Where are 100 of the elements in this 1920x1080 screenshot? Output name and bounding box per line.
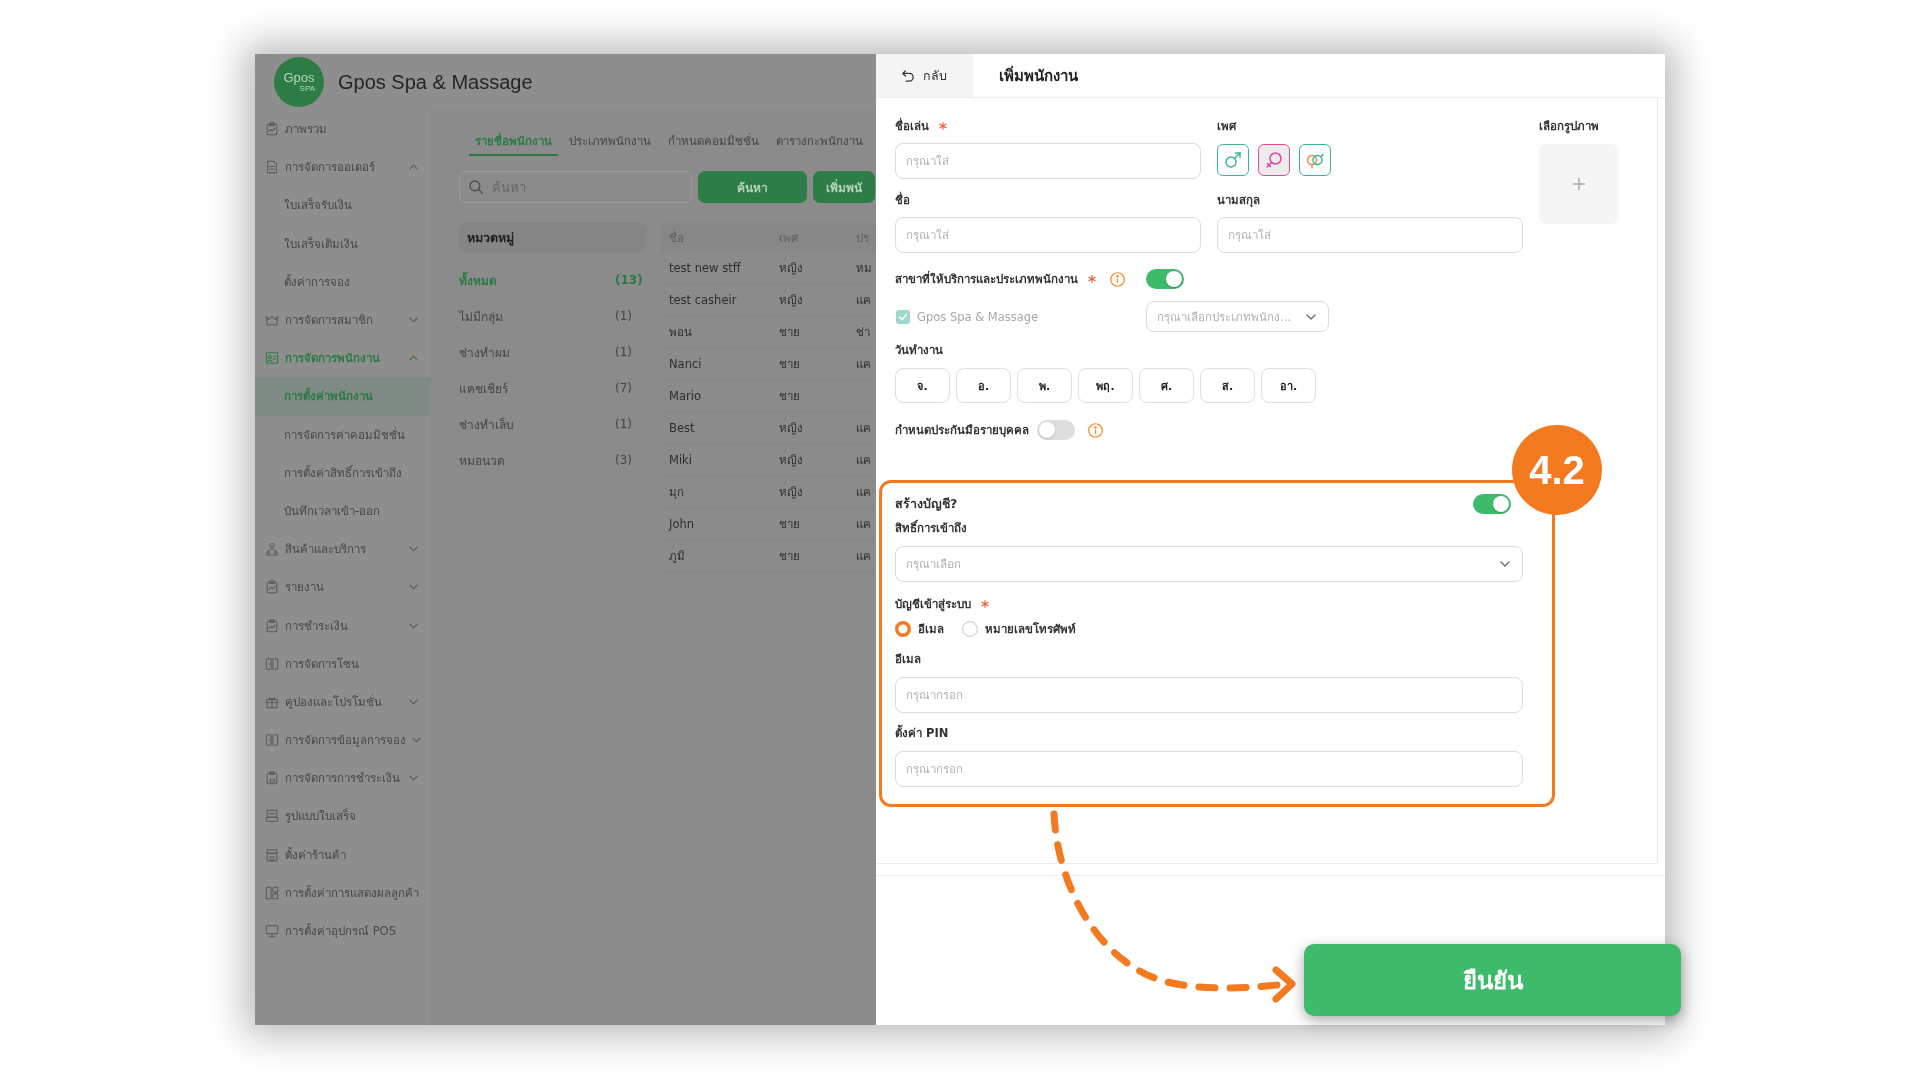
field-label: อีเมล bbox=[895, 651, 921, 667]
text-input[interactable]: กรุณากรอก bbox=[895, 751, 1523, 787]
field-label: ชื่อเล่น bbox=[895, 118, 929, 134]
confirm-button[interactable]: ยืนยัน bbox=[1304, 944, 1681, 1016]
select-field[interactable]: กรุณาเลือก bbox=[895, 546, 1523, 582]
sidebar-subitem[interactable]: บันทึกเวลาเข้า-ออก bbox=[255, 491, 430, 531]
info-icon[interactable] bbox=[1088, 422, 1103, 438]
gender-option[interactable] bbox=[1217, 144, 1249, 176]
weekday-toggle[interactable]: อ. bbox=[956, 368, 1011, 403]
toggle-switch[interactable] bbox=[1473, 494, 1511, 514]
sidebar-item[interactable]: ตั้งค่าร้านค้า bbox=[255, 835, 430, 874]
select-field[interactable]: กรุณาเลือกประเภทพนักง... bbox=[1146, 301, 1329, 332]
gift-icon bbox=[265, 694, 279, 709]
panels-icon bbox=[265, 733, 279, 748]
table-cell-text: หญิง bbox=[778, 291, 804, 309]
sidebar-item[interactable]: การตั้งค่าการแสดงผลลูกค้า bbox=[255, 873, 430, 912]
tab[interactable]: รายชื่อพนักงาน bbox=[469, 128, 558, 156]
tab[interactable]: กำหนดคอมมิชชั่น bbox=[662, 128, 765, 156]
gender-option[interactable] bbox=[1258, 144, 1290, 176]
table-cell-text: Best bbox=[668, 420, 696, 435]
people-icon bbox=[265, 542, 279, 557]
back-button[interactable]: กลับ bbox=[876, 54, 973, 97]
sidebar-item[interactable]: การจัดการพนักงาน bbox=[255, 339, 430, 378]
weekday-toggle[interactable]: อา. bbox=[1261, 368, 1316, 403]
weekday-toggle[interactable]: ส. bbox=[1200, 368, 1255, 403]
radio-option[interactable]: อีเมล bbox=[895, 620, 944, 638]
text-input[interactable]: กรุณาใส่ bbox=[1217, 217, 1523, 253]
chart-clipboard-icon bbox=[265, 618, 279, 633]
table-cell-text: แค bbox=[855, 451, 872, 469]
female-symbol-icon bbox=[1265, 151, 1283, 169]
category-count: (1) bbox=[615, 417, 632, 431]
weekday-toggle[interactable]: ศ. bbox=[1139, 368, 1194, 403]
chart-clipboard-icon bbox=[265, 580, 279, 595]
category-item[interactable]: ช่างทำเล็บ bbox=[459, 414, 514, 434]
sidebar-item[interactable]: การจัดการสมาชิก bbox=[255, 300, 430, 340]
table-cell-text: แค bbox=[855, 291, 872, 309]
chevron-down-icon bbox=[1306, 313, 1316, 320]
drawer-title: เพิ่มพนักงาน bbox=[999, 64, 1078, 87]
sidebar-subitem[interactable]: การตั้งค่าสิทธิ์การเข้าถึง bbox=[255, 453, 430, 492]
toggle-switch[interactable] bbox=[1037, 420, 1075, 440]
category-item[interactable]: ไม่มีกลุ่ม bbox=[459, 306, 503, 326]
sidebar-item[interactable]: การจัดการข้อมูลการจอง bbox=[255, 721, 430, 760]
text-input[interactable]: กรุณากรอก bbox=[895, 677, 1523, 713]
table-cell-text: หม bbox=[855, 259, 873, 277]
logo-text: Gpos bbox=[283, 71, 315, 84]
chevron-down-icon bbox=[1500, 561, 1510, 567]
table-cell-text: แค bbox=[855, 547, 872, 565]
table-cell-text: ชาย bbox=[778, 547, 801, 565]
text-input[interactable]: กรุณาใส่ bbox=[895, 217, 1201, 253]
app-title: Gpos Spa & Massage bbox=[338, 70, 533, 94]
sidebar-item[interactable]: รายงาน bbox=[255, 568, 430, 607]
category-item[interactable]: หมอนวด bbox=[459, 450, 505, 470]
sidebar-item[interactable]: การจัดการออเดอร์ bbox=[255, 148, 430, 187]
toggle-switch[interactable] bbox=[1146, 269, 1184, 289]
add-button[interactable]: เพิ่มพนั bbox=[813, 171, 875, 203]
table-cell-text: ชาย bbox=[778, 387, 801, 405]
field-label: สาขาที่ให้บริการและประเภทพนักงาน bbox=[895, 271, 1078, 287]
sidebar-item[interactable]: การตั้งค่าอุปกรณ์ POS bbox=[255, 911, 430, 951]
category-item[interactable]: แคชเชียร์ bbox=[459, 378, 508, 398]
weekday-toggle[interactable]: จ. bbox=[895, 368, 950, 403]
gender-option[interactable] bbox=[1299, 144, 1331, 176]
category-item[interactable]: ช่างทำผม bbox=[459, 342, 510, 362]
field-label: บัญชีเข้าสู่ระบบ bbox=[895, 596, 971, 612]
gender-symbols-icon bbox=[1306, 151, 1324, 169]
sidebar-item[interactable]: สินค้าและบริการ bbox=[255, 530, 430, 569]
table-cell-text: Miki bbox=[668, 452, 693, 467]
table-cell-text: ภูมิ bbox=[668, 547, 686, 565]
sidebar-subitem[interactable]: ใบเสร็จเติมเงิน bbox=[255, 224, 430, 263]
table-cell-text: หญิง bbox=[778, 483, 804, 501]
category-item[interactable]: ทั้งหมด bbox=[459, 270, 497, 290]
tab[interactable]: ประเภทพนักงาน bbox=[563, 128, 657, 156]
weekday-toggle[interactable]: พ. bbox=[1017, 368, 1072, 403]
sidebar-item[interactable]: การจัดการการชำระเงิน bbox=[255, 759, 430, 798]
text-input[interactable]: กรุณาใส่ bbox=[895, 143, 1201, 179]
table-cell-text: แค bbox=[855, 483, 872, 501]
sidebar-item[interactable]: รูปแบบใบเสร็จ bbox=[255, 797, 430, 836]
sidebar-item[interactable]: ภาพรวม bbox=[255, 110, 430, 149]
sidebar-subitem[interactable]: ตั้งค่าการจอง bbox=[255, 262, 430, 301]
info-icon[interactable] bbox=[1110, 271, 1125, 287]
table-cell-text: หญิง bbox=[778, 451, 804, 469]
weekday-toggle[interactable]: พฤ. bbox=[1078, 368, 1133, 403]
printer-icon bbox=[265, 809, 279, 824]
field-label: กำหนดประกันมือรายบุคคล bbox=[895, 422, 1029, 438]
id-card-icon bbox=[265, 351, 279, 366]
table-cell-text: พอน bbox=[668, 323, 693, 341]
tab[interactable]: ตารางกะพนักงาน bbox=[770, 128, 869, 156]
table-cell-text: John bbox=[667, 516, 695, 531]
plus-icon bbox=[1573, 178, 1585, 190]
field-label: เพศ bbox=[1217, 118, 1236, 134]
sidebar-subitem[interactable]: การจัดการค่าคอมมิชชั่น bbox=[255, 415, 430, 454]
radio-option[interactable]: หมายเลขโทรศัพท์ bbox=[962, 620, 1076, 638]
sidebar-item[interactable]: คูปองและโปรโมชั่น bbox=[255, 682, 430, 721]
category-count: (13) bbox=[615, 273, 643, 287]
sidebar-item[interactable]: การจัดการโซน bbox=[255, 644, 430, 683]
search-button[interactable]: ค้นหา bbox=[698, 171, 807, 203]
field-label: เลือกรูปภาพ bbox=[1539, 118, 1599, 134]
logo-subtext: SPA bbox=[299, 84, 315, 93]
monitor-icon bbox=[265, 924, 279, 939]
sidebar-subitem[interactable]: ใบเสร็จรับเงิน bbox=[255, 186, 430, 225]
sidebar-item[interactable]: การชำระเงิน bbox=[255, 606, 430, 645]
